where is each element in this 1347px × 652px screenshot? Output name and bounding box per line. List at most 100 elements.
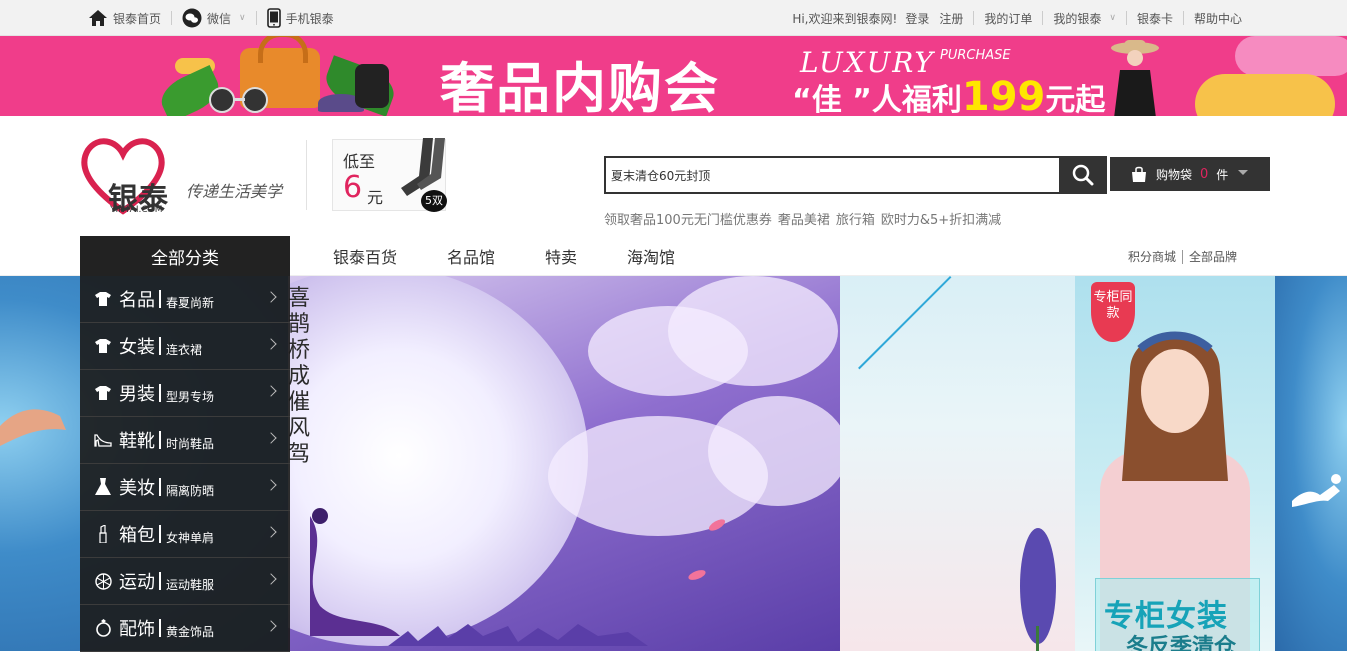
qixi-banner[interactable]: 喜鹊桥成催风驾 <box>288 276 840 651</box>
login-link[interactable]: 登录 <box>905 10 929 27</box>
cart-label: 购物袋 <box>1156 167 1193 182</box>
promo-banner[interactable]: 奢品内购会 LUXURY PURCHASE “佳 ”人福利199元起 <box>0 36 1347 116</box>
mobile-label: 手机银泰 <box>285 11 334 26</box>
sunglasses-image <box>209 87 268 113</box>
all-brands-link[interactable]: 全部品牌 <box>1189 248 1237 265</box>
category-item-women[interactable]: 女装 连衣裙 <box>80 323 290 370</box>
ad-pack-badge: 5双 <box>421 190 447 212</box>
all-categories-button[interactable]: 全部分类 <box>80 236 290 276</box>
nav-link-brand-hall[interactable]: 名品馆 <box>447 244 495 268</box>
dress-icon <box>94 478 112 496</box>
tshirt-icon <box>94 290 112 308</box>
magpies-image <box>388 624 648 646</box>
category-name: 箱包 <box>119 525 155 546</box>
chevron-right-icon <box>265 573 277 585</box>
yintai-logo[interactable]: 银泰 YINTAI.COM 传递生活美学 <box>78 136 298 217</box>
chevron-right-icon <box>265 620 277 632</box>
yintai-card-link[interactable]: 银泰卡 <box>1137 10 1173 27</box>
top-bar: 银泰首页 微信 ∨ 手机银泰 Hi,欢迎来到银泰网! 登录 注册 我的订单 我的… <box>0 0 1347 36</box>
home-link[interactable]: 银泰首页 <box>88 9 161 27</box>
search-box <box>604 156 1107 194</box>
tshirt-icon <box>94 384 112 402</box>
hotword-link[interactable]: 领取奢品100元无门槛优惠券 <box>604 209 772 228</box>
chevron-right-icon <box>265 385 277 397</box>
category-item-men[interactable]: 男装 型男专场 <box>80 370 290 417</box>
register-link[interactable]: 注册 <box>939 10 963 27</box>
search-input[interactable] <box>608 158 1058 192</box>
chevron-right-icon <box>265 479 277 491</box>
my-orders-link[interactable]: 我的订单 <box>984 10 1032 27</box>
home-icon <box>89 10 107 26</box>
nav-link-flash-sale[interactable]: 特卖 <box>545 244 577 268</box>
divider <box>159 572 161 590</box>
hotword-link[interactable]: 欧时力&5+折扣满减 <box>881 209 1001 228</box>
divider <box>973 11 975 25</box>
nav-links: 银泰百货 名品馆 特卖 海淘馆 <box>333 236 725 276</box>
model-image <box>1122 331 1228 481</box>
hotword-link[interactable]: 旅行箱 <box>836 209 875 228</box>
banner-vertical-text: 喜鹊桥成催风驾 <box>288 286 311 467</box>
hot-search-words: 领取奢品100元无门槛优惠券 奢品美裙 旅行箱 欧时力&5+折扣满减 <box>604 209 1001 228</box>
counter-same-badge: 专柜同款 <box>1091 282 1135 342</box>
divider <box>306 140 307 210</box>
my-yintai-label: 我的银泰 <box>1053 11 1102 26</box>
pool-background <box>1270 276 1347 651</box>
wechat-label: 微信 <box>207 11 232 26</box>
search-button[interactable] <box>1059 156 1107 194</box>
help-center-link[interactable]: 帮助中心 <box>1194 10 1242 27</box>
promo-title: 奢品内购会 <box>440 57 720 116</box>
category-item-accessories[interactable]: 配饰 黄金饰品 <box>80 605 290 652</box>
divider <box>159 384 161 402</box>
main-nav: 全部分类 银泰百货 名品馆 特卖 海淘馆 积分商城 全部品牌 <box>0 236 1347 276</box>
divider <box>159 431 161 449</box>
category-name: 男装 <box>119 384 155 405</box>
clearance-title-box: 专柜女装 冬反季清仓 <box>1095 578 1260 651</box>
ad-line1: 低至 <box>343 152 376 171</box>
ad-price: 6 <box>343 170 363 205</box>
chevron-down-icon: ∨ <box>1109 13 1116 23</box>
wechat-icon <box>182 8 202 28</box>
wechat-link[interactable]: 微信 ∨ <box>182 8 246 28</box>
high-heel-icon <box>94 431 112 449</box>
swimmer-icon <box>1292 474 1341 507</box>
logo-slogan: 传递生活美学 <box>186 182 283 201</box>
nav-right-links: 积分商城 全部品牌 <box>1128 248 1237 265</box>
site-header: 银泰 YINTAI.COM 传递生活美学 低至 6 元 5双 购物袋 0 件 领… <box>0 116 1347 236</box>
ring-icon <box>94 619 112 637</box>
divider <box>159 337 161 355</box>
category-item-bags[interactable]: 箱包 女神单肩 <box>80 511 290 558</box>
mobile-link[interactable]: 手机银泰 <box>266 8 334 28</box>
category-item-shoes[interactable]: 鞋靴 时尚鞋品 <box>80 417 290 464</box>
category-item-luxury[interactable]: 名品 春夏尚新 <box>80 276 290 323</box>
women-clearance-banner[interactable]: 专柜同款 专柜女装 冬反季清仓 <box>1075 276 1275 651</box>
category-item-beauty[interactable]: 美妆 隔离防晒 <box>80 464 290 511</box>
my-yintai-menu[interactable]: 我的银泰 ∨ <box>1053 10 1116 27</box>
stockings-ad[interactable]: 低至 6 元 5双 <box>332 138 447 212</box>
category-sub: 时尚鞋品 <box>166 436 215 451</box>
category-name: 配饰 <box>119 619 155 640</box>
promo-sub-suffix: 元起 <box>1045 83 1106 116</box>
petal-shape <box>687 568 707 582</box>
logo-url: YINTAI.COM <box>110 205 163 215</box>
category-name: 美妆 <box>119 478 155 499</box>
welcome-text: Hi,欢迎来到银泰网! <box>792 11 898 26</box>
chevron-right-icon <box>265 526 277 538</box>
nav-link-yintai-department[interactable]: 银泰百货 <box>333 244 397 268</box>
nav-link-overseas[interactable]: 海淘馆 <box>627 244 675 268</box>
cloud-shape <box>668 276 838 386</box>
search-icon <box>1072 164 1094 186</box>
category-sub: 型男专场 <box>166 389 215 404</box>
divider <box>255 11 257 25</box>
category-name: 运动 <box>119 572 155 593</box>
category-item-sports[interactable]: 运动 运动鞋服 <box>80 558 290 605</box>
cart-unit: 件 <box>1216 167 1229 182</box>
clearance-subtitle: 冬反季清仓 <box>1126 635 1237 651</box>
hotword-link[interactable]: 奢品美裙 <box>778 209 830 228</box>
decoration-blob <box>1195 74 1335 116</box>
points-mall-link[interactable]: 积分商城 <box>1128 248 1176 265</box>
category-sub: 运动鞋服 <box>166 577 215 592</box>
divider <box>159 525 161 543</box>
divider <box>1042 11 1044 25</box>
shopping-bag-button[interactable]: 购物袋 0 件 <box>1110 157 1270 191</box>
watch-image <box>355 64 389 108</box>
